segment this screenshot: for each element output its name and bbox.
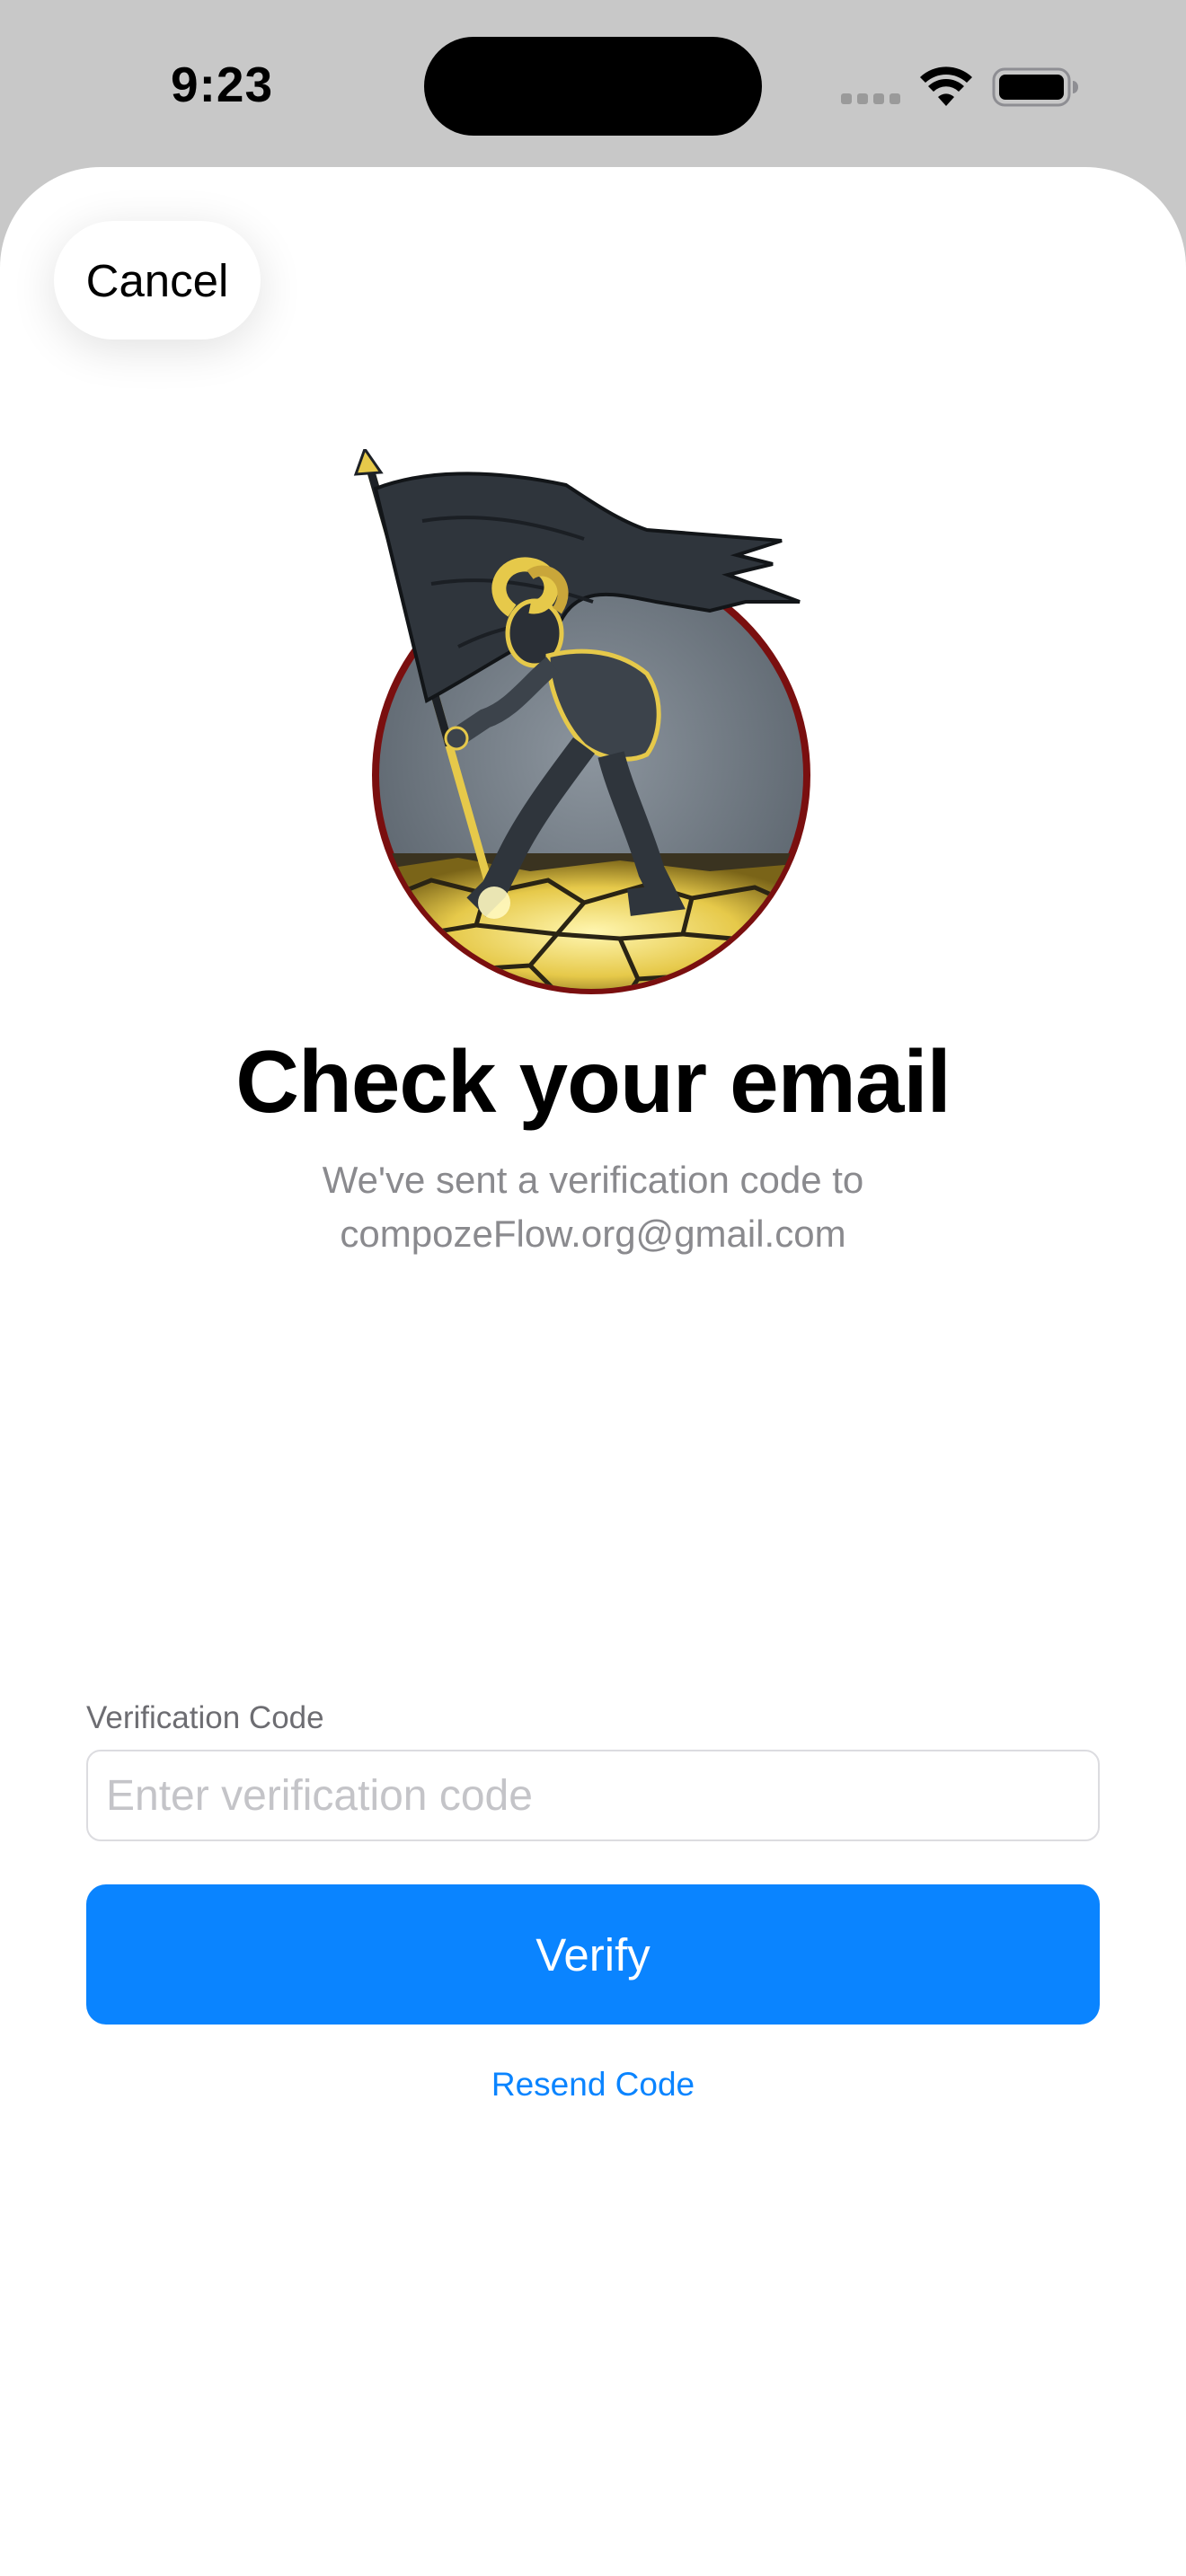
page-title: Check your email [235, 1032, 951, 1131]
wifi-icon [920, 66, 972, 106]
subtitle-text: We've sent a verification code to [322, 1159, 864, 1201]
email-address-text: compozeFlow.org@gmail.com [340, 1213, 846, 1255]
cellular-signal-icon [841, 93, 902, 104]
verification-code-input[interactable] [86, 1750, 1100, 1841]
status-time: 9:23 [171, 57, 274, 112]
status-bar: 9:23 [0, 0, 1186, 167]
battery-icon [992, 67, 1078, 107]
verify-button[interactable]: Verify [86, 1884, 1100, 2025]
resend-code-link[interactable]: Resend Code [0, 2066, 1186, 2104]
dynamic-island [424, 37, 762, 136]
cancel-button[interactable]: Cancel [54, 221, 261, 340]
verification-code-label: Verification Code [86, 1700, 324, 1735]
ram-flag-bearer-logo-icon [353, 449, 810, 994]
